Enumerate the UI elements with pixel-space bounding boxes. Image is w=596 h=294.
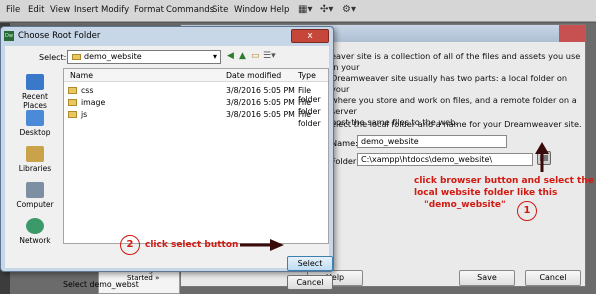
folder-icon [72,54,81,60]
file-name: css [81,86,94,95]
file-list: Name Date modified Type css 3/8/2016 5:0… [63,68,329,244]
place-computer[interactable]: Computer [9,182,61,209]
view-menu-icon[interactable]: ☰▾ [263,51,276,61]
file-date: 3/8/2016 5:05 PM [226,86,295,95]
libraries-icon [26,146,44,162]
menu-file[interactable]: File [6,5,20,15]
dialog-title: Choose Root Folder [18,31,101,41]
column-header-name[interactable]: Name [70,71,93,80]
site-setup-cancel-button[interactable]: Cancel [525,270,581,286]
file-row[interactable]: css 3/8/2016 5:05 PM File folder [64,85,328,104]
column-header-date[interactable]: Date modified [226,71,281,80]
folder-icon [68,111,77,118]
file-name: js [81,110,88,119]
computer-icon [26,182,44,198]
layout-icon[interactable]: ▦▾ [298,4,312,15]
extend-icon[interactable]: ✣▾ [320,4,333,15]
site-setup-instruction: elect the local folder and a name for yo… [331,119,582,129]
place-label: Computer [16,200,54,209]
local-folder-input[interactable]: C:\xampp\htdocs\demo_website\ [357,153,533,166]
site-setup-close-button[interactable] [559,25,585,42]
folder-icon [68,99,77,106]
step1-badge: 1 [517,201,537,221]
folder-icon [68,87,77,94]
menu-window[interactable]: Window [234,5,268,15]
places-bar: Recent Places Desktop Libraries Computer… [9,68,61,276]
look-in-label: Select: [39,53,67,62]
place-label: Network [19,236,51,245]
place-label: Libraries [18,164,52,173]
menu-commands[interactable]: Commands [166,5,214,15]
dialog-close-button[interactable]: x [291,29,329,43]
local-folder-label: Folder: [331,156,359,166]
dialog-cancel-button[interactable]: Cancel [287,275,333,290]
menu-format[interactable]: Format [134,5,164,15]
step2-annotation: click select button [145,240,239,250]
file-row[interactable]: image 3/8/2016 5:05 PM File folder [64,97,328,116]
select-status: Select demo_webst [63,280,139,289]
gear-icon[interactable]: ⚙▾ [342,4,356,15]
menu-site[interactable]: Site [212,5,228,15]
intro-line: eaver site is a collection of all of the… [331,51,581,72]
site-setup-intro: eaver site is a collection of all of the… [331,51,581,128]
place-libraries[interactable]: Libraries [9,146,61,173]
file-row[interactable]: js 3/8/2016 5:05 PM File folder [64,109,328,128]
menu-help[interactable]: Help [270,5,289,15]
site-name-input[interactable]: demo_website [357,135,507,148]
file-name: image [81,98,106,107]
file-date: 3/8/2016 5:05 PM [226,110,295,119]
back-icon[interactable]: ◀ [227,51,234,61]
step2-badge: 2 [120,235,140,255]
menu-edit[interactable]: Edit [28,5,44,15]
look-in-dropdown[interactable]: demo_website ▾ [67,50,221,64]
file-list-header: Name Date modified Type [64,69,328,82]
up-folder-icon[interactable]: ▲ [239,51,246,61]
dialog-body: Select: demo_website ▾ ◀ ▲ ▭ ☰▾ Recent P… [5,46,333,290]
dreamweaver-logo-icon: Dw [4,31,14,41]
step1-line: local website folder like this [414,188,558,198]
column-header-type[interactable]: Type [298,71,316,80]
site-name-label: Name: [331,138,358,148]
select-button[interactable]: Select [287,256,333,271]
step1-annotation: click browser button and select the loca… [414,175,594,211]
choose-root-folder-dialog: Dw Choose Root Folder x Select: demo_web… [0,26,334,290]
desktop-icon [26,110,44,126]
browse-folder-button[interactable] [537,151,551,165]
place-label: Desktop [19,128,51,137]
save-button[interactable]: Save [459,270,515,286]
place-label: Recent Places [22,92,48,110]
intro-line: Dreamweaver site usually has two parts: … [331,73,568,94]
menu-insert[interactable]: Insert [74,5,98,15]
menu-modify[interactable]: Modify [101,5,129,15]
step1-line: click browser button and select the [414,176,594,186]
place-network[interactable]: Network [9,218,61,245]
menu-view[interactable]: View [50,5,70,15]
menubar: File Edit View Insert Modify Format Comm… [0,0,596,22]
look-in-value: demo_website [84,52,142,61]
file-type: File folder [298,110,321,128]
new-folder-icon[interactable]: ▭ [251,51,260,61]
chevron-down-icon: ▾ [212,52,217,61]
place-recent-places[interactable]: Recent Places [9,74,61,110]
intro-line: where you store and work on files, and a… [331,95,577,116]
step1-line: "demo_website" [424,200,506,210]
place-desktop[interactable]: Desktop [9,110,61,137]
file-date: 3/8/2016 5:05 PM [226,98,295,107]
recent-places-icon [26,74,44,90]
network-icon [26,218,44,234]
